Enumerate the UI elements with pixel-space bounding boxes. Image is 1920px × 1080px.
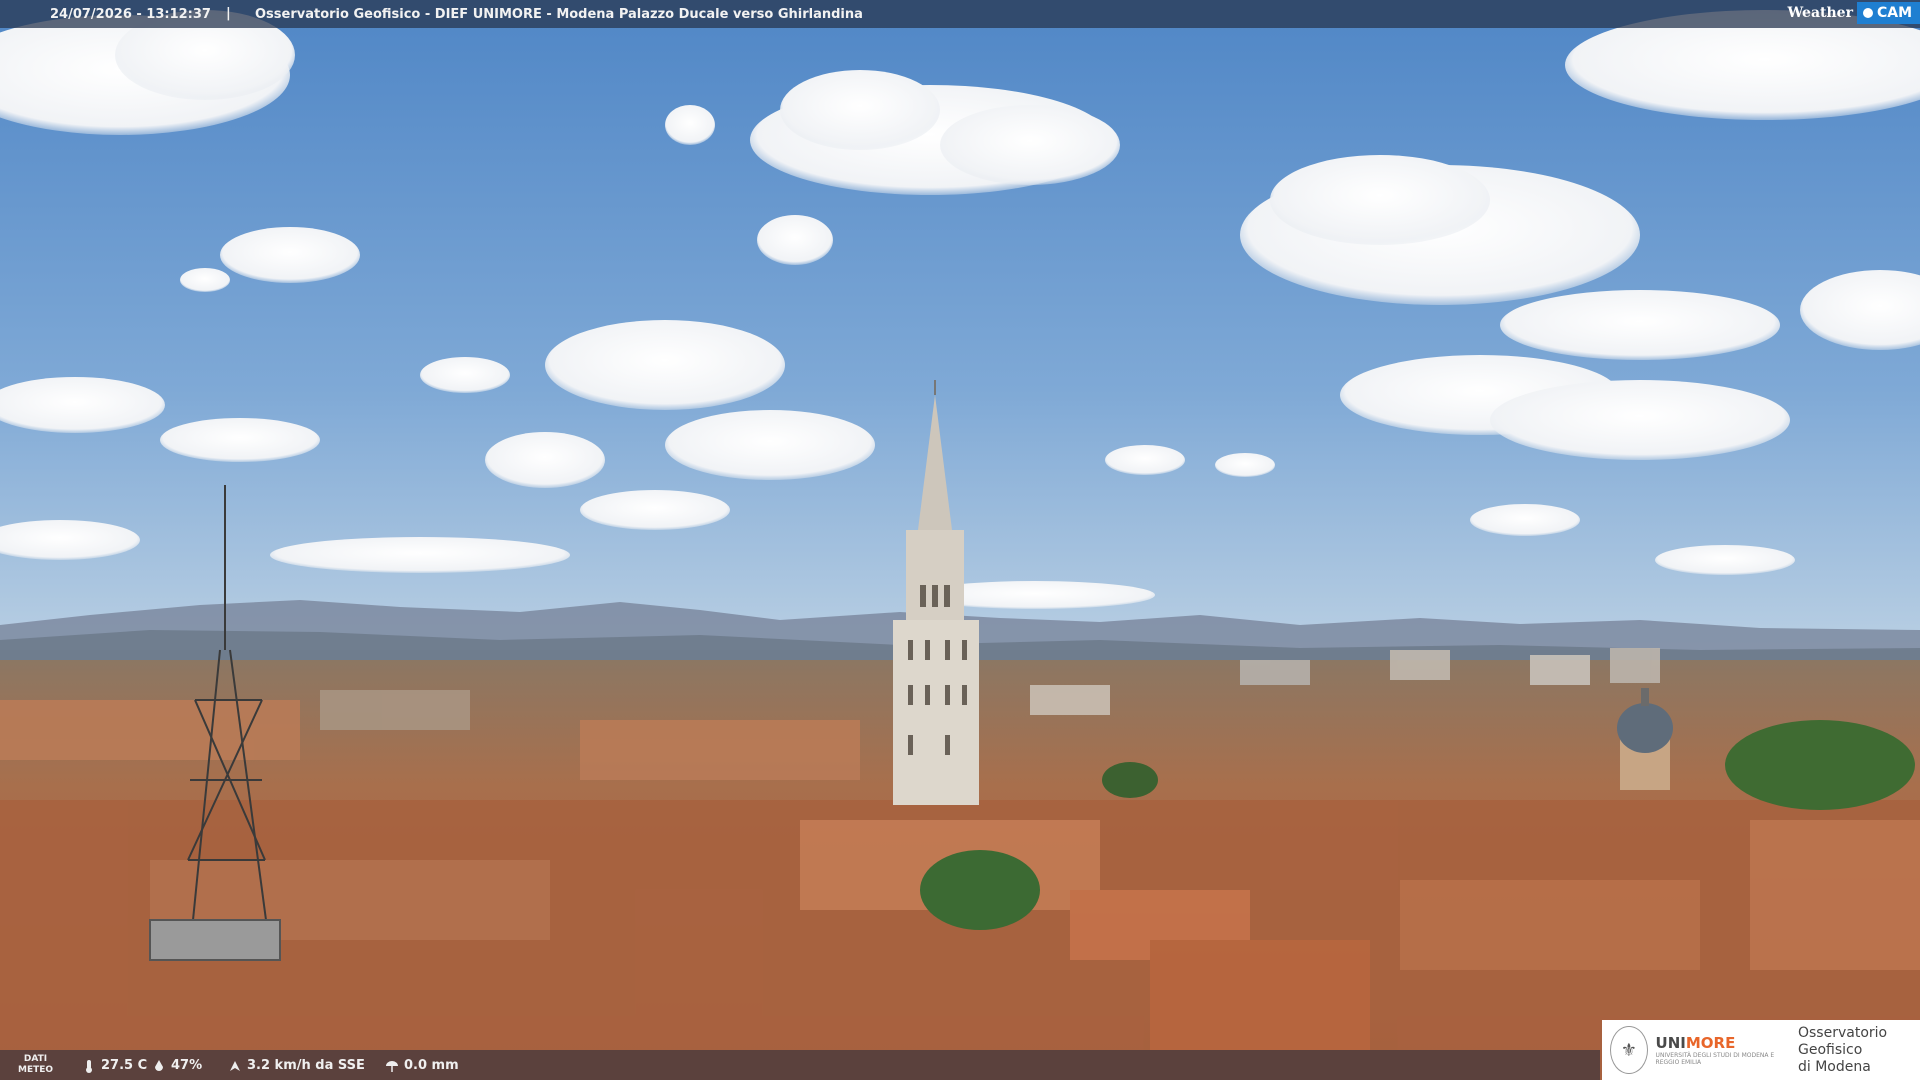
weather-data-bar: DATI METEO 27.5 C 47% 3.2 km/h da SSE 0.…: [0, 1050, 1600, 1080]
dati-meteo-label: DATI METEO: [18, 1054, 54, 1075]
wind-reading: 3.2 km/h da SSE: [228, 1058, 365, 1073]
unimore-seal-icon: ⚜: [1610, 1026, 1648, 1074]
weathercam-logo: Weather CAM: [1787, 0, 1920, 26]
webcam-image: [0, 0, 1920, 1080]
brand-dot-icon: [1862, 8, 1873, 18]
trees: [1725, 720, 1915, 810]
humidity-icon: [155, 1059, 163, 1071]
camera-title: Osservatorio Geofisico - DIEF UNIMORE - …: [255, 7, 863, 22]
rain-icon: [386, 1060, 398, 1072]
brand-weather: Weather: [1787, 5, 1853, 21]
rain-reading: 0.0 mm: [385, 1058, 459, 1073]
brand-cam-box: CAM: [1856, 2, 1920, 24]
unimore-wordmark: UNIMORE UNIVERSITÀ DEGLI STUDI DI MODENA…: [1655, 1034, 1775, 1066]
separator: |: [226, 6, 231, 21]
timestamp: 24/07/2026 - 13:12:37: [50, 7, 211, 22]
thermometer-icon: [86, 1059, 92, 1073]
temperature-reading: 27.5 C: [82, 1058, 147, 1073]
timestamp-overlay: 24/07/2026 - 13:12:37 | Osservatorio Geo…: [0, 0, 1920, 28]
wind-icon: [230, 1060, 240, 1071]
unimore-logo: ⚜ UNIMORE UNIVERSITÀ DEGLI STUDI DI MODE…: [1602, 1020, 1920, 1080]
brand-cam: CAM: [1876, 5, 1912, 21]
humidity-reading: 47%: [152, 1058, 202, 1073]
observatory-name: Osservatorio Geofisico di Modena: [1797, 1024, 1888, 1075]
